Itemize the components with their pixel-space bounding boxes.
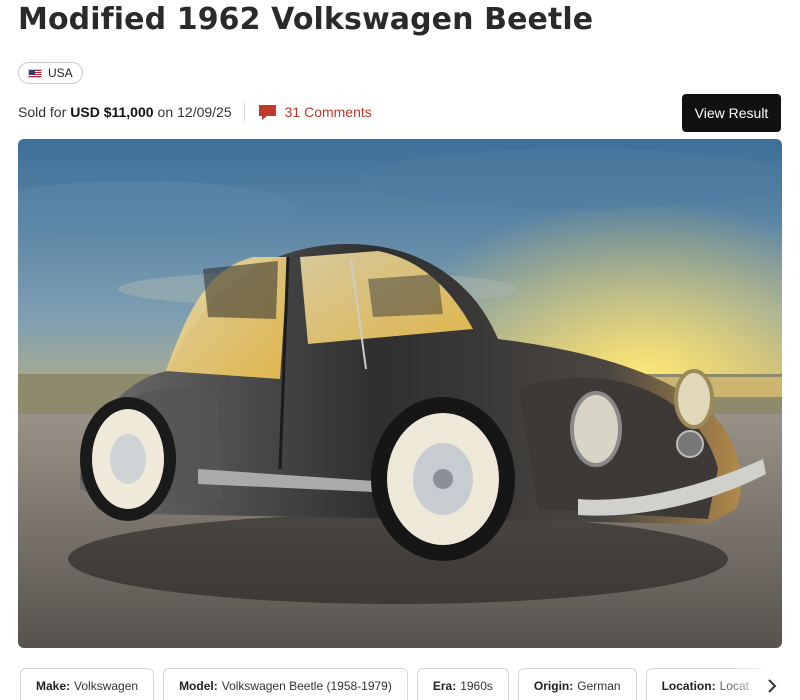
hero-image[interactable] bbox=[18, 139, 782, 648]
sold-price: USD $11,000 bbox=[70, 104, 154, 120]
comments-link[interactable]: 31 Comments bbox=[258, 104, 372, 121]
date-prefix: on bbox=[157, 104, 174, 120]
spec-label: Model: bbox=[179, 679, 218, 693]
spec-model[interactable]: Model: Volkswagen Beetle (1958-1979) bbox=[163, 668, 408, 700]
divider bbox=[243, 103, 245, 121]
spec-value: 1960s bbox=[460, 679, 493, 693]
sold-line: Sold for USD $11,000 on 12/09/25 31 Comm… bbox=[18, 102, 372, 122]
us-flag-icon bbox=[28, 68, 42, 78]
spec-label: Location: bbox=[661, 679, 716, 693]
spec-value: German bbox=[577, 679, 621, 693]
spec-origin[interactable]: Origin: German bbox=[517, 668, 637, 700]
sold-prefix: Sold for bbox=[18, 104, 67, 120]
country-label: USA bbox=[48, 66, 73, 80]
spec-value: Volkswagen bbox=[74, 679, 139, 693]
view-result-button[interactable]: View Result bbox=[682, 94, 781, 132]
spec-chips: Make: Volkswagen Model: Volkswagen Beetl… bbox=[20, 668, 800, 700]
comments-label[interactable]: 31 Comments bbox=[285, 104, 372, 120]
spec-value: Volkswagen Beetle (1958-1979) bbox=[221, 679, 392, 693]
spec-make[interactable]: Make: Volkswagen bbox=[20, 668, 155, 700]
comment-icon bbox=[258, 104, 276, 120]
sold-date: 12/09/25 bbox=[177, 104, 232, 120]
spec-label: Origin: bbox=[533, 679, 574, 693]
spec-label: Era: bbox=[432, 679, 457, 693]
beetle-photo bbox=[18, 139, 782, 648]
listing-title: Modified 1962 Volkswagen Beetle bbox=[18, 2, 594, 37]
spec-era[interactable]: Era: 1960s bbox=[416, 668, 509, 700]
country-badge: USA bbox=[18, 62, 83, 84]
chevron-right-icon[interactable] bbox=[760, 676, 784, 696]
spec-label: Make: bbox=[36, 679, 71, 693]
